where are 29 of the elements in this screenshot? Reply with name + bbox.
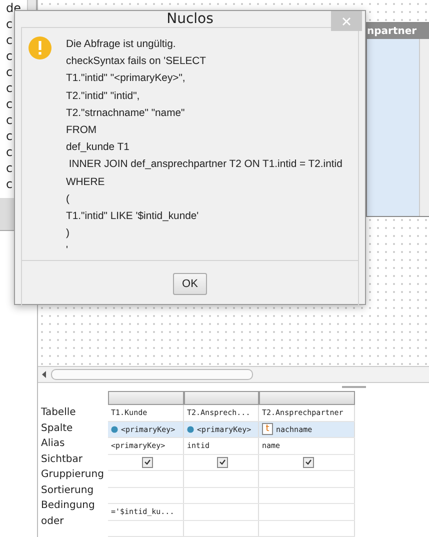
row-label: Alias: [40, 437, 66, 451]
checkbox[interactable]: [217, 456, 228, 468]
left-arrow-icon[interactable]: [42, 371, 47, 378]
warning-icon: [28, 36, 52, 60]
horizontal-scrollbar[interactable]: [38, 366, 429, 384]
row-label: Bedingung: [40, 499, 96, 513]
row-label: Sortierung: [40, 484, 95, 498]
close-button[interactable]: [331, 11, 362, 31]
column-header[interactable]: [184, 391, 259, 405]
scrollbar[interactable]: [419, 39, 429, 216]
text-type-icon: t: [262, 423, 273, 436]
checkbox[interactable]: [142, 456, 152, 468]
column-header[interactable]: [259, 391, 355, 405]
row-label: Sichtbar: [40, 452, 84, 466]
row-label: Tabelle: [40, 406, 77, 420]
row-label: Gruppierung: [40, 468, 105, 482]
column-header[interactable]: [108, 391, 184, 405]
row-label: oder: [40, 514, 65, 528]
scrollbar-thumb[interactable]: [51, 369, 253, 380]
row-label: Spalte: [40, 422, 74, 436]
checkbox[interactable]: [302, 456, 314, 468]
dot-icon: [111, 426, 118, 433]
ok-button[interactable]: OK: [173, 272, 207, 295]
error-message: Die Abfrage ist ungültig. checkSyntax fails on 'SELECT T1."intid" "<primaryKey>", T2."intid" "intid", T2."strnachname" "name" FROM def_kunde T1 INNER JOIN def_ansprechpartner T2 ON T1.intid = T2.intid WHERE ( T1."intid" LIKE '$intid_kunde' ) ': [66, 38, 342, 258]
close-icon[interactable]: [342, 16, 351, 26]
dialog-title: Nuclos: [166, 11, 214, 27]
dot-icon: [187, 426, 194, 433]
entity-title: npartner: [367, 23, 429, 39]
splitter-handle[interactable]: [342, 386, 366, 388]
